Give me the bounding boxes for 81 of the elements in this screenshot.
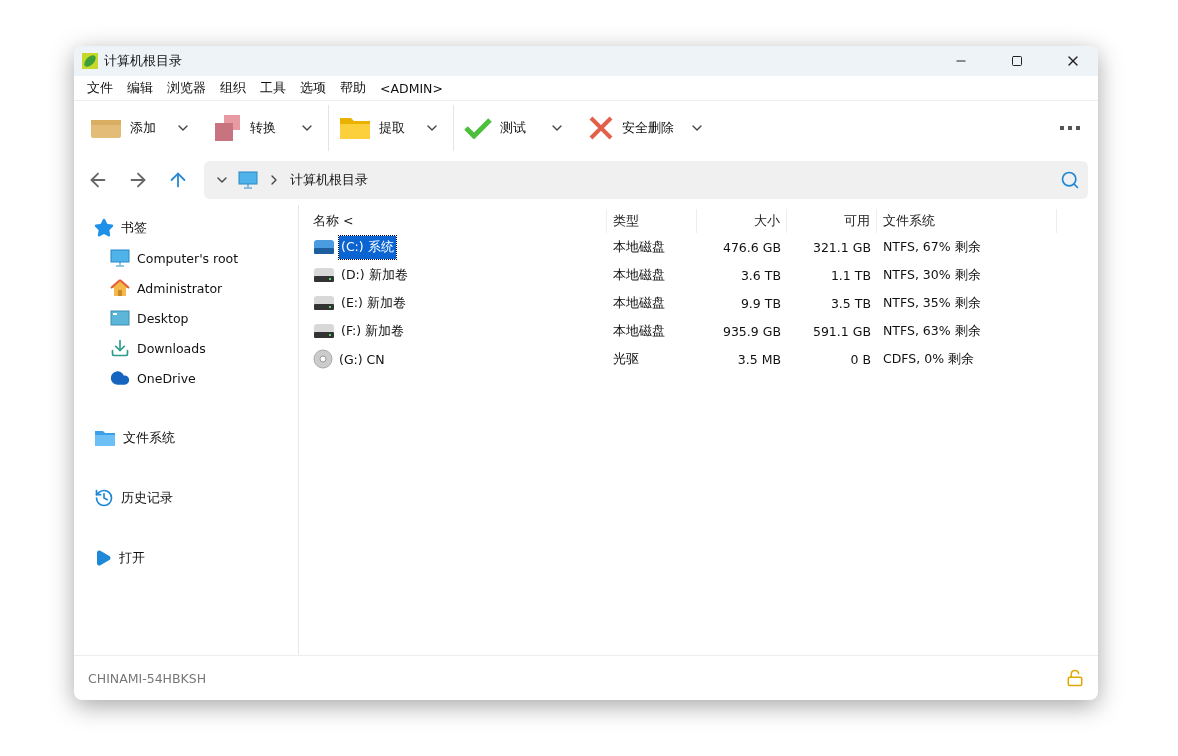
drive-name[interactable]: (G:) CN xyxy=(337,348,387,370)
table-cell-text: 935.9 GB xyxy=(721,323,782,339)
maximize-icon xyxy=(1011,55,1023,67)
squares-icon xyxy=(214,115,242,141)
sidebar-item[interactable]: Administrator xyxy=(110,273,298,303)
window-title: 计算机根目录 xyxy=(104,52,183,70)
table-cell-text: 591.1 GB xyxy=(811,323,872,339)
table-cell-text: 本地磁盘 xyxy=(612,238,666,256)
table-cell-text: 3.5 TB xyxy=(829,295,872,311)
address-bar[interactable]: 计算机根目录 xyxy=(204,161,1088,199)
padlock-icon xyxy=(1066,669,1084,687)
sidebar-item[interactable]: Desktop xyxy=(110,303,298,333)
table-cell-text: 0 B xyxy=(849,351,872,367)
table-cell-text: 本地磁盘 xyxy=(612,322,666,340)
table-cell-text: 本地磁盘 xyxy=(612,266,666,284)
table-cell-text: NTFS, 67% 剩余 xyxy=(882,238,982,256)
table-cell-text: 3.6 TB xyxy=(739,267,782,283)
desktop-icon xyxy=(110,310,130,326)
drive-icon xyxy=(313,295,335,311)
table-cell-text: 本地磁盘 xyxy=(612,294,666,312)
menu-item[interactable]: 选项 xyxy=(293,77,333,99)
column-header[interactable]: 文件系统 xyxy=(877,209,1057,233)
column-header[interactable]: 大小 xyxy=(697,209,787,233)
sidebar-item[interactable]: Computer's root xyxy=(110,243,298,273)
drive-name[interactable]: (C:) 系统 xyxy=(339,235,396,259)
box-icon xyxy=(90,117,122,139)
toolbar-button[interactable]: 测试 xyxy=(460,110,544,146)
sidebar-item[interactable]: Downloads xyxy=(110,333,298,363)
column-header[interactable]: 可用 xyxy=(787,209,877,233)
menu-item[interactable]: <ADMIN> xyxy=(373,77,450,99)
toolbar-button[interactable]: 提取 xyxy=(335,110,419,146)
menu-item[interactable]: 文件 xyxy=(80,77,120,99)
drive-name[interactable]: (F:) 新加卷 xyxy=(339,319,407,343)
toolbar-button[interactable]: 添加 xyxy=(86,110,170,146)
sidebar-item[interactable]: 书签 xyxy=(94,213,298,243)
checkmark-icon xyxy=(464,117,492,139)
search-icon xyxy=(1060,170,1080,190)
menu-item[interactable]: 帮助 xyxy=(333,77,373,99)
monitor-icon xyxy=(238,171,258,189)
menu-item[interactable]: 组织 xyxy=(213,77,253,99)
drive-icon xyxy=(313,267,335,283)
column-header[interactable]: 类型 xyxy=(607,209,697,233)
sidebar-item[interactable]: OneDrive xyxy=(110,363,298,393)
clock-icon xyxy=(94,488,114,508)
monitor-icon xyxy=(110,249,130,267)
cross-icon xyxy=(588,115,614,141)
menu-item[interactable]: 工具 xyxy=(253,77,293,99)
table-cell-text: NTFS, 63% 剩余 xyxy=(882,322,982,340)
table-cell-text: NTFS, 30% 剩余 xyxy=(882,266,982,284)
path-text: 计算机根目录 xyxy=(290,171,369,189)
drive-icon xyxy=(313,239,335,255)
drive-name[interactable]: (D:) 新加卷 xyxy=(339,263,410,287)
star-icon xyxy=(94,218,114,238)
table-cell-text: CDFS, 0% 剩余 xyxy=(882,350,975,368)
table-cell-text: 1.1 TB xyxy=(829,267,872,283)
column-header[interactable]: 名称 < xyxy=(307,209,607,233)
folder-icon xyxy=(94,429,116,447)
toolbar-button[interactable]: 安全删除 xyxy=(584,110,684,146)
sidebar-item[interactable]: 文件系统 xyxy=(94,423,298,453)
table-cell-text: NTFS, 35% 剩余 xyxy=(882,294,982,312)
drive-name[interactable]: (E:) 新加卷 xyxy=(339,291,408,315)
drive-icon xyxy=(313,323,335,339)
table-cell-text: 3.5 MB xyxy=(736,351,782,367)
sidebar-item[interactable]: 打开 xyxy=(94,543,298,573)
toolbar-button[interactable]: 转换 xyxy=(210,110,294,146)
download-icon xyxy=(110,338,130,358)
disc-icon xyxy=(313,349,333,369)
play-icon xyxy=(94,549,112,567)
cloud-icon xyxy=(110,368,130,388)
sidebar-item[interactable]: 历史记录 xyxy=(94,483,298,513)
menu-item[interactable]: 编辑 xyxy=(120,77,160,99)
house-icon xyxy=(110,278,130,298)
computer-name: CHINAMI-54HBKSH xyxy=(88,670,207,686)
table-cell-text: 光驱 xyxy=(612,350,640,368)
menu-item[interactable]: 浏览器 xyxy=(160,77,213,99)
more-icon xyxy=(1060,126,1080,130)
folder-icon xyxy=(339,116,371,140)
table-cell-text: 321.1 GB xyxy=(811,239,872,255)
table-cell-text: 9.9 TB xyxy=(739,295,782,311)
app-logo-icon xyxy=(82,53,98,69)
table-cell-text: 476.6 GB xyxy=(721,239,782,255)
